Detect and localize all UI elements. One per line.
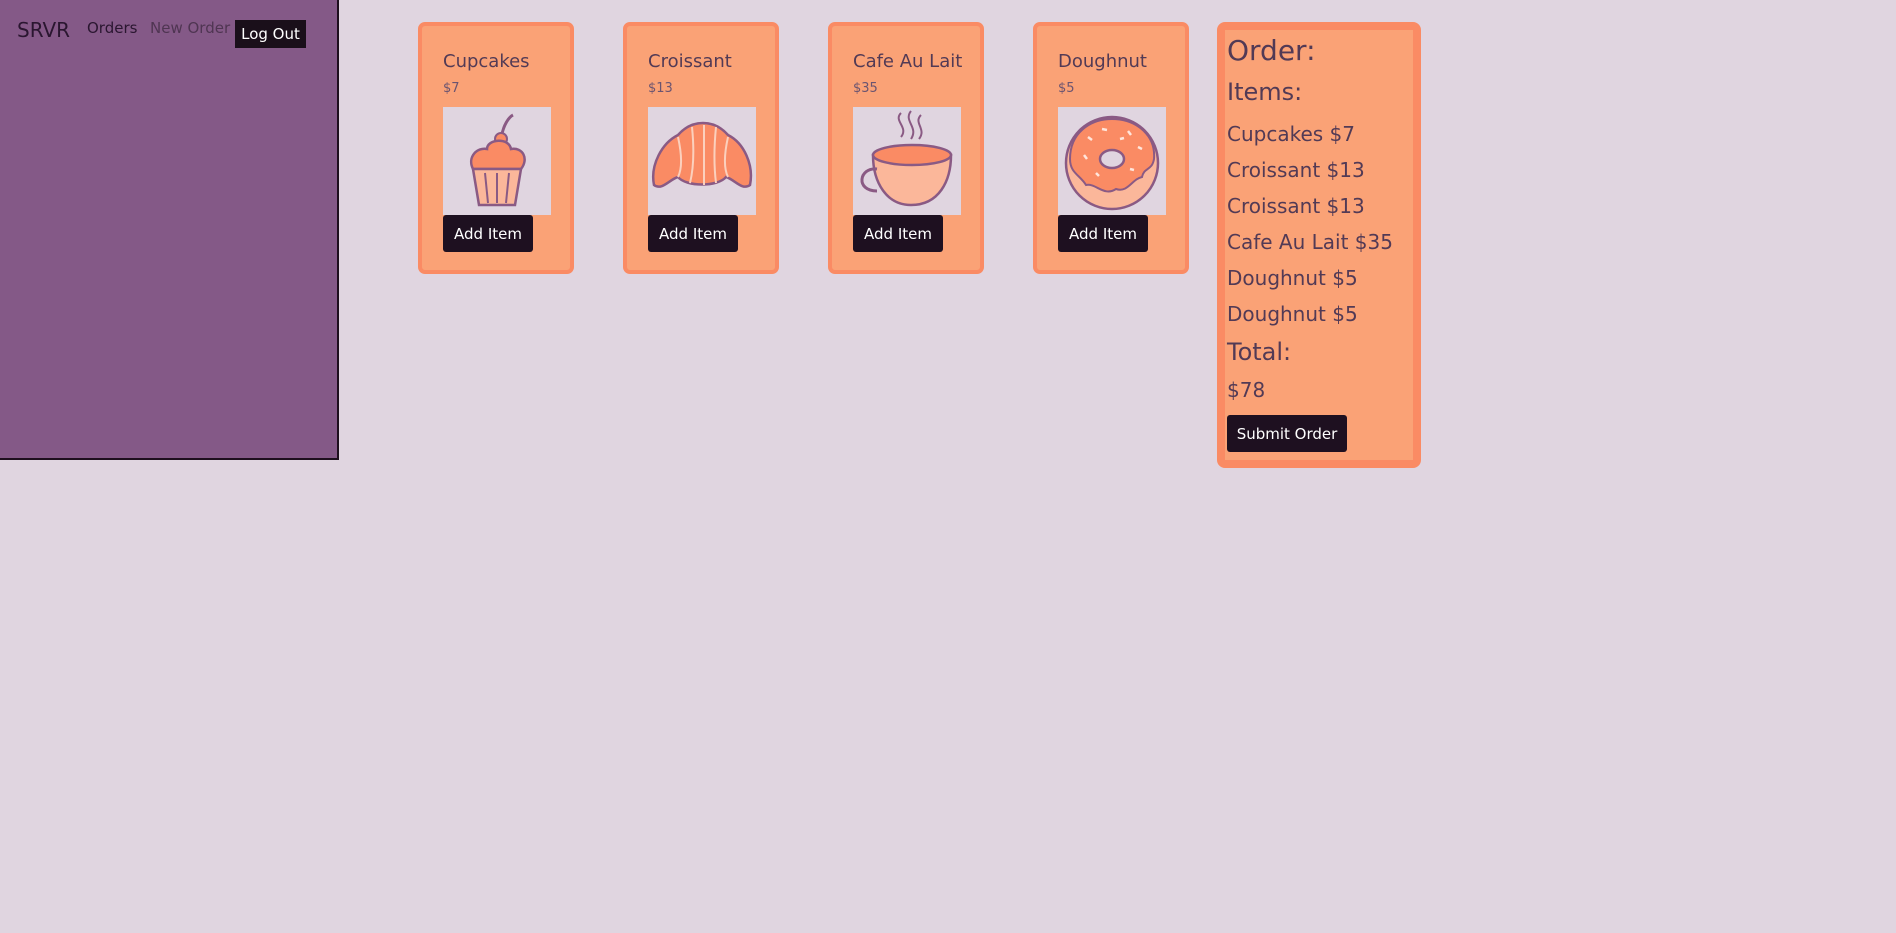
logout-button[interactable]: Log Out bbox=[235, 20, 306, 48]
order-item: Cafe Au Lait $35 bbox=[1227, 230, 1393, 254]
menu-item-name: Cafe Au Lait bbox=[853, 51, 963, 72]
order-heading: Order: bbox=[1227, 34, 1316, 67]
menu-item-name: Cupcakes bbox=[443, 51, 530, 72]
menu-card: Doughnut $5 Add Item bbox=[1033, 22, 1189, 274]
order-item: Croissant $13 bbox=[1227, 194, 1365, 218]
nav-link-orders[interactable]: Orders bbox=[87, 19, 137, 37]
croissant-icon bbox=[648, 107, 756, 215]
menu-item-name: Croissant bbox=[648, 51, 732, 72]
submit-order-button[interactable]: Submit Order bbox=[1227, 415, 1347, 452]
add-item-button[interactable]: Add Item bbox=[853, 215, 943, 252]
total-heading: Total: bbox=[1227, 338, 1292, 366]
menu-item-price: $13 bbox=[648, 81, 673, 96]
menu-item-price: $35 bbox=[853, 81, 878, 96]
doughnut-icon bbox=[1058, 107, 1166, 215]
menu-item-name: Doughnut bbox=[1058, 51, 1147, 72]
menu-item-price: $7 bbox=[443, 81, 460, 96]
menu-card: Cafe Au Lait $35 Add Item bbox=[828, 22, 984, 274]
order-item: Doughnut $5 bbox=[1227, 266, 1358, 290]
items-heading: Items: bbox=[1227, 78, 1303, 106]
add-item-button[interactable]: Add Item bbox=[443, 215, 533, 252]
cupcake-icon bbox=[443, 107, 551, 215]
add-item-button[interactable]: Add Item bbox=[1058, 215, 1148, 252]
sidebar-navbar: SRVR Orders New Order Log Out bbox=[0, 0, 339, 460]
nav-link-new-order[interactable]: New Order bbox=[150, 19, 230, 37]
order-item: Doughnut $5 bbox=[1227, 302, 1358, 326]
menu-item-price: $5 bbox=[1058, 81, 1075, 96]
menu-card: Croissant $13 Add Item bbox=[623, 22, 779, 274]
order-item-list: Cupcakes $7 Croissant $13 Croissant $13 … bbox=[1227, 120, 1393, 336]
total-value: $78 bbox=[1227, 378, 1266, 402]
order-item: Cupcakes $7 bbox=[1227, 122, 1355, 146]
coffee-cup-icon bbox=[853, 107, 961, 215]
order-panel: Order: Items: Cupcakes $7 Croissant $13 … bbox=[1217, 22, 1421, 468]
order-item: Croissant $13 bbox=[1227, 158, 1365, 182]
menu-card: Cupcakes $7 Add Item bbox=[418, 22, 574, 274]
add-item-button[interactable]: Add Item bbox=[648, 215, 738, 252]
brand-logo[interactable]: SRVR bbox=[17, 18, 70, 42]
